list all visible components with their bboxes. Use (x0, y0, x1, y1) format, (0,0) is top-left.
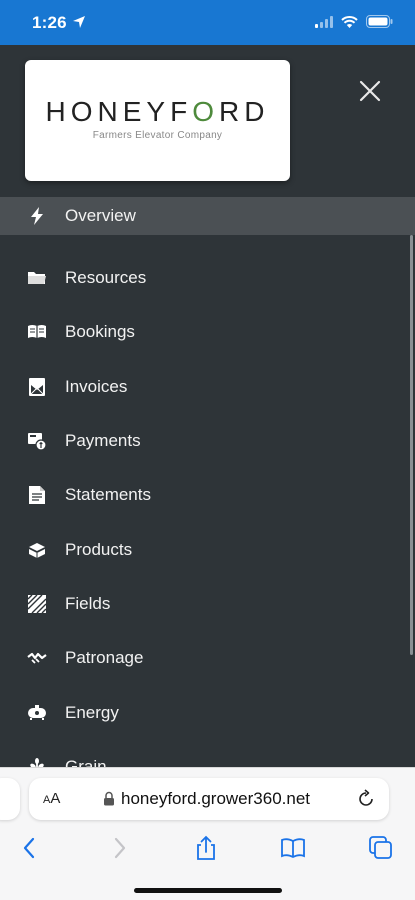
honeyford-logo: HONEYFORD (25, 96, 290, 128)
menu-item-label: Grain (65, 756, 107, 767)
menu-item-label: Fields (65, 593, 111, 613)
menu-item-invoices[interactable]: Invoices (0, 360, 415, 414)
location-arrow-icon (73, 16, 85, 28)
logo-wordmark-mark: O (192, 96, 219, 127)
book-icon (27, 322, 47, 342)
lock-icon (104, 791, 114, 806)
share-icon[interactable] (193, 835, 219, 861)
logo-wordmark-right: RD (219, 96, 270, 127)
logo-subtitle: Farmers Elevator Company (92, 130, 223, 141)
menu-item-label: Products (65, 539, 133, 559)
envelope-icon (27, 377, 47, 397)
menu-item-label: Payments (65, 431, 141, 451)
tank-icon (27, 703, 47, 723)
scrollbar[interactable] (410, 235, 413, 655)
menu-item-overview[interactable]: Overview (0, 197, 415, 235)
menu-item-energy[interactable]: Energy (0, 685, 415, 739)
handshake-icon (27, 648, 47, 668)
document-icon (27, 485, 47, 505)
close-icon[interactable] (354, 75, 386, 107)
reader-options-button[interactable]: AA (43, 790, 60, 807)
address-bar[interactable]: AA honeyford.grower360.net (29, 778, 389, 820)
menu-item-label: Invoices (65, 376, 128, 396)
logo-card[interactable]: HONEYFORD Farmers Elevator Company (25, 60, 290, 181)
home-indicator (134, 888, 282, 893)
tabs-icon[interactable] (368, 835, 394, 861)
menu-item-label: Energy (65, 702, 119, 722)
browser-bottom-bar: AA honeyford.grower360.net (0, 767, 415, 900)
bookmarks-icon[interactable] (280, 835, 306, 861)
status-bar: 1:26 (0, 0, 415, 45)
menu-item-payments[interactable]: Payments (0, 414, 415, 468)
menu-item-fields[interactable]: Fields (0, 577, 415, 631)
battery-icon (366, 15, 393, 28)
menu-item-label: Statements (65, 485, 151, 505)
menu-item-patronage[interactable]: Patronage (0, 631, 415, 685)
wifi-icon (341, 15, 358, 28)
menu-item-products[interactable]: Products (0, 522, 415, 576)
status-indicators (315, 15, 393, 28)
back-icon[interactable] (17, 835, 43, 861)
wheat-icon (27, 757, 47, 767)
menu-item-label: Patronage (65, 648, 144, 668)
forward-icon[interactable] (106, 835, 132, 861)
folder-icon (27, 268, 47, 288)
menu-item-label: Bookings (65, 322, 135, 342)
previous-tab-preview[interactable] (0, 778, 20, 820)
menu-item-bookings[interactable]: Bookings (0, 305, 415, 359)
cellular-signal-icon (315, 15, 333, 28)
bolt-icon (27, 206, 47, 226)
menu-item-resources[interactable]: Resources (0, 251, 415, 305)
menu-item-label: Resources (65, 268, 147, 288)
menu-item-grain[interactable]: Grain (0, 740, 415, 767)
url-text: honeyford.grower360.net (121, 789, 311, 808)
boxes-icon (27, 540, 47, 560)
reload-icon[interactable] (356, 789, 376, 809)
browser-toolbar (0, 830, 415, 864)
nav-menu: Overview Resources Bookings Invoices Pay… (0, 197, 415, 767)
logo-wordmark-left: HONEYF (45, 96, 193, 127)
field-icon (27, 594, 47, 614)
navigation-drawer: HONEYFORD Farmers Elevator Company Overv… (0, 45, 415, 767)
menu-item-statements[interactable]: Statements (0, 468, 415, 522)
payment-icon (27, 431, 47, 451)
status-time: 1:26 (32, 13, 67, 32)
menu-item-label: Overview (65, 206, 136, 225)
aa-large-letter: A (50, 790, 61, 807)
